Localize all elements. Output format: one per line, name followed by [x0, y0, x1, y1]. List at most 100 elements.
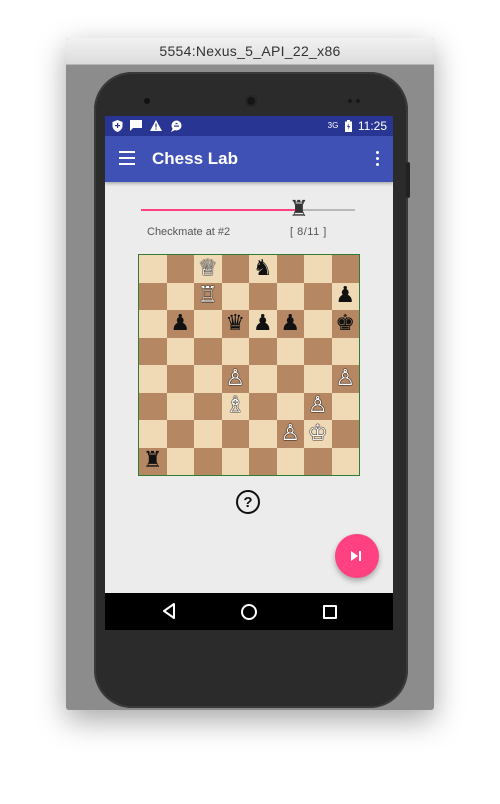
board-square[interactable]: [276, 392, 304, 420]
board-square[interactable]: ♗: [221, 392, 249, 420]
black-piece[interactable]: ♜: [143, 450, 163, 472]
board-square[interactable]: [276, 337, 304, 365]
board-square[interactable]: [249, 337, 277, 365]
board-square[interactable]: [166, 365, 194, 393]
board-square[interactable]: ♚: [331, 310, 359, 338]
more-vert-icon[interactable]: [371, 150, 383, 168]
board-square[interactable]: [249, 420, 277, 448]
board-square[interactable]: [194, 337, 222, 365]
skip-next-fab-button[interactable]: [335, 534, 379, 578]
board-square[interactable]: [276, 447, 304, 475]
board-square[interactable]: [221, 420, 249, 448]
board-square[interactable]: [276, 282, 304, 310]
board-square[interactable]: ♟: [276, 310, 304, 338]
black-piece[interactable]: ♟: [253, 312, 273, 335]
puzzle-slider-thumb[interactable]: ♜: [289, 199, 309, 221]
black-piece[interactable]: ♟: [170, 312, 190, 335]
board-square[interactable]: [331, 420, 359, 448]
board-square[interactable]: [331, 392, 359, 420]
board-square[interactable]: [331, 337, 359, 365]
home-icon[interactable]: [241, 604, 257, 620]
board-square[interactable]: [276, 255, 304, 283]
board-square[interactable]: [221, 447, 249, 475]
board-square[interactable]: [139, 255, 167, 283]
board-square[interactable]: [194, 392, 222, 420]
board-square[interactable]: [304, 282, 332, 310]
power-button[interactable]: [406, 162, 410, 198]
white-piece[interactable]: ♙: [308, 395, 328, 417]
back-icon[interactable]: [162, 603, 176, 619]
board-square[interactable]: ♛: [221, 310, 249, 338]
board-square[interactable]: [194, 420, 222, 448]
black-piece[interactable]: ♟: [335, 285, 355, 307]
board-square[interactable]: [249, 392, 277, 420]
board-square[interactable]: [331, 255, 359, 283]
board-square[interactable]: [194, 310, 222, 338]
board-square[interactable]: [139, 310, 167, 338]
board-square[interactable]: [139, 420, 167, 448]
white-piece[interactable]: ♖: [198, 285, 218, 307]
board-square[interactable]: [304, 310, 332, 338]
board-square[interactable]: [139, 282, 167, 310]
board-square[interactable]: ♙: [276, 420, 304, 448]
board-square[interactable]: ♙: [331, 365, 359, 393]
black-piece[interactable]: ♚: [335, 312, 355, 335]
board-square[interactable]: [194, 365, 222, 393]
message-icon: [130, 119, 142, 132]
question-circle-icon[interactable]: ?: [236, 490, 260, 514]
board-square[interactable]: [221, 255, 249, 283]
shield-icon: [111, 119, 123, 132]
white-piece[interactable]: ♗: [225, 395, 245, 417]
board-square[interactable]: [139, 337, 167, 365]
speaker-icon: [144, 98, 150, 104]
board-square[interactable]: ♟: [166, 310, 194, 338]
board-square[interactable]: [166, 420, 194, 448]
puzzle-slider-filled[interactable]: [141, 209, 295, 211]
board-square[interactable]: [304, 365, 332, 393]
board-square[interactable]: [166, 282, 194, 310]
board-square[interactable]: ♜: [139, 447, 167, 475]
board-square[interactable]: [166, 392, 194, 420]
board-square[interactable]: ♞: [249, 255, 277, 283]
board-square[interactable]: [166, 255, 194, 283]
hamburger-menu-icon[interactable]: [119, 151, 135, 165]
white-piece[interactable]: ♙: [335, 367, 355, 390]
board-square[interactable]: [249, 447, 277, 475]
board-square[interactable]: ♟: [331, 282, 359, 310]
white-piece[interactable]: ♕: [198, 257, 218, 280]
board-square[interactable]: [276, 365, 304, 393]
black-piece[interactable]: ♛: [225, 312, 245, 335]
white-piece[interactable]: ♔: [308, 422, 328, 445]
board-square[interactable]: ♔: [304, 420, 332, 448]
board-square[interactable]: [166, 447, 194, 475]
white-piece[interactable]: ♙: [280, 422, 300, 445]
board-square[interactable]: [139, 392, 167, 420]
black-piece[interactable]: ♟: [280, 312, 300, 335]
white-piece[interactable]: ♙: [225, 367, 245, 390]
board-square[interactable]: ♙: [304, 392, 332, 420]
board-square[interactable]: ♖: [194, 282, 222, 310]
board-square[interactable]: [194, 447, 222, 475]
board-square[interactable]: [304, 255, 332, 283]
board-square[interactable]: [249, 282, 277, 310]
board-square[interactable]: [221, 282, 249, 310]
board-square[interactable]: [221, 337, 249, 365]
app-toolbar: Chess Lab: [105, 136, 393, 182]
chat-icon: [170, 119, 182, 132]
warning-icon: [150, 119, 162, 132]
device-screen: 3G 11:25 Chess Lab ♜ Checkmate at #2 [ 8…: [105, 116, 393, 630]
board-square[interactable]: ♟: [249, 310, 277, 338]
board-square[interactable]: [166, 337, 194, 365]
board-square[interactable]: [249, 365, 277, 393]
board-square[interactable]: [304, 447, 332, 475]
board-square[interactable]: [304, 337, 332, 365]
emulator-title-bar[interactable]: 5554:Nexus_5_API_22_x86: [66, 38, 434, 65]
board-square[interactable]: [139, 365, 167, 393]
chess-board[interactable]: ♕ ♞ ♖ ♟ ♟ ♛ ♟ ♟ ♚ ♙ ♙ ♗ ♙ ♙ ♔ ♜: [138, 254, 360, 476]
network-3g-icon: 3G: [326, 119, 340, 132]
black-piece[interactable]: ♞: [253, 257, 273, 280]
recents-icon[interactable]: [323, 605, 337, 619]
board-square[interactable]: ♕: [194, 255, 222, 283]
board-square[interactable]: ♙: [221, 365, 249, 393]
board-square[interactable]: [331, 447, 359, 475]
